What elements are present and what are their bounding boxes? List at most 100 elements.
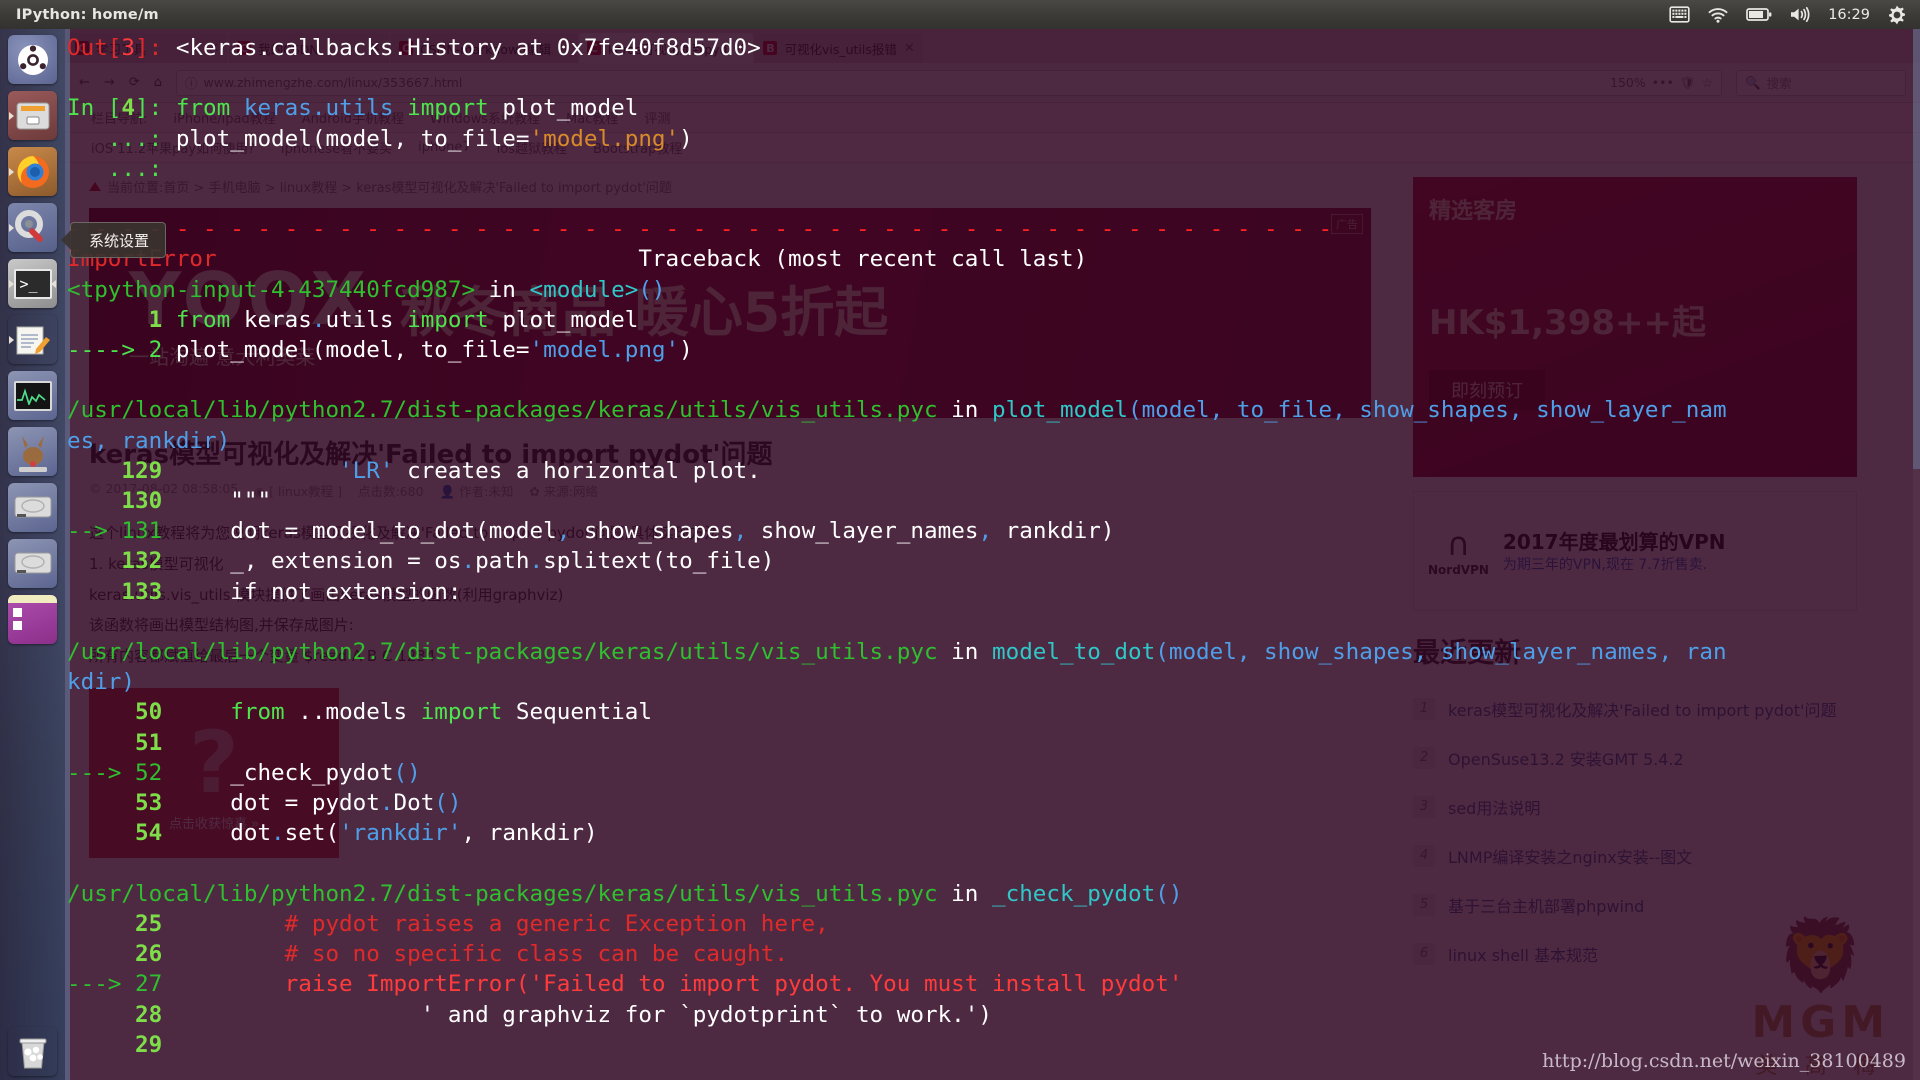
terminal-line: kdir)	[67, 669, 135, 695]
terminal-line: /usr/local/lib/python2.7/dist-packages/k…	[67, 397, 1727, 423]
terminal-text: ImportError('Failed to import pydot. You…	[366, 971, 1183, 998]
terminal-text: # so no specific class can be caught.	[175, 941, 788, 968]
system-tray[interactable]: 16:29	[1669, 5, 1920, 25]
terminal-text: 54	[67, 820, 176, 847]
launcher-item-amule[interactable]	[8, 427, 57, 476]
terminal-text: dot = pydot	[175, 790, 380, 817]
terminal-line: ...:	[67, 156, 176, 182]
terminal-text: 'rankdir'	[339, 820, 462, 847]
wifi-icon[interactable]	[1707, 6, 1729, 23]
terminal-text: ' and graphviz for `pydotprint` to work.…	[175, 1001, 992, 1028]
terminal-text: ----> 2	[67, 337, 176, 364]
launcher-item-ubuntu-dash[interactable]	[8, 35, 57, 84]
focused-indicator-icon	[51, 279, 56, 288]
terminal-text: model_to_dot	[992, 639, 1156, 666]
terminal-text: ,	[556, 518, 584, 545]
terminal-text: 4	[121, 95, 136, 122]
launcher-item-disk-2[interactable]	[8, 539, 57, 588]
terminal-text: import	[420, 699, 516, 726]
terminal-text: """	[175, 488, 272, 515]
launcher-item-terminal[interactable]: >_	[8, 259, 57, 308]
running-indicator-icon	[9, 223, 14, 232]
terminal-line: 53 dot = pydot.Dot()	[67, 790, 462, 816]
terminal-text: # pydot raises a generic Exception here,	[175, 910, 829, 937]
unity-launcher[interactable]: >_	[0, 29, 65, 1080]
terminal-line: ---> 52 _check_pydot()	[67, 760, 421, 786]
running-indicator-icon	[9, 335, 14, 344]
terminal-text: plot_model	[992, 397, 1129, 424]
gear-icon[interactable]	[1887, 5, 1907, 25]
terminal-text: plot_model(model, to_file=	[175, 337, 530, 364]
terminal-text: ...:	[67, 125, 176, 152]
terminal-text: 50	[67, 699, 176, 726]
terminal-text: dot	[175, 820, 272, 847]
terminal-text: 28	[67, 1001, 176, 1028]
terminal-text: <module>	[529, 276, 639, 303]
keyboard-icon[interactable]	[1669, 6, 1690, 23]
terminal-text: raise	[175, 971, 367, 998]
terminal-line: ImportError Traceback (most recent call …	[67, 246, 1087, 272]
top-panel[interactable]: IPython: home/m 16:29	[0, 0, 1920, 29]
terminal-text: 29	[67, 1031, 176, 1058]
terminal-scrollbar[interactable]	[1913, 29, 1920, 1080]
battery-icon[interactable]	[1746, 7, 1772, 22]
terminal-line: 50 from ..models import Sequential	[67, 699, 652, 725]
terminal-text: show_shapes	[583, 518, 734, 545]
terminal-text: (model, to_file, show_shapes, show_layer…	[1128, 397, 1727, 424]
terminal-text: - - - - - - - - - - - - - - - - - - - - …	[67, 216, 1333, 243]
launcher-item-files[interactable]	[8, 91, 57, 140]
terminal-text: dot = model_to_dot(model	[175, 518, 557, 545]
terminal-text: creates a horizontal plot.	[393, 457, 761, 484]
terminal-text: _check_pydot	[992, 880, 1156, 907]
terminal-text: _check_pydot	[175, 759, 394, 786]
launcher-item-system-monitor[interactable]	[8, 371, 57, 420]
terminal-line: /usr/local/lib/python2.7/dist-packages/k…	[67, 639, 1727, 665]
launcher-item-trash[interactable]	[8, 1027, 57, 1076]
terminal-line: ...: plot_model(model, to_file='model.pn…	[67, 126, 693, 152]
launcher-item-disk-1[interactable]	[8, 483, 57, 532]
terminal-text: ,	[978, 518, 1006, 545]
terminal-line: 29	[67, 1032, 176, 1058]
terminal-text: <tpython-input-4-437440fcd987>	[67, 276, 476, 303]
terminal-text: ()	[1155, 880, 1183, 907]
terminal-text: set(	[284, 820, 340, 847]
terminal-text: import	[407, 306, 503, 333]
terminal-text: Out[	[67, 35, 122, 61]
terminal-line: 54 dot.set('rankdir', rankdir)	[67, 820, 598, 846]
terminal-line: In [4]: from keras.utils import plot_mod…	[67, 95, 638, 121]
terminal-line: 51	[67, 730, 176, 756]
terminal-line: --> 131 dot = model_to_dot(model, show_s…	[67, 518, 1114, 544]
terminal-line: 129 'LR' creates a horizontal plot.	[67, 457, 761, 484]
terminal-line: es, rankdir)	[67, 428, 230, 454]
terminal-text: ]:	[135, 35, 176, 61]
terminal-text: splitext(to_file)	[543, 548, 775, 575]
terminal-text: .	[271, 820, 285, 847]
launcher-item-system-settings[interactable]	[8, 203, 57, 252]
terminal-text: from	[175, 699, 299, 726]
terminal-text: 3	[121, 35, 136, 61]
terminal-text: , rankdir)	[461, 820, 598, 847]
clock[interactable]: 16:29	[1828, 7, 1870, 23]
terminal-text: .	[311, 306, 326, 333]
terminal-text: in	[937, 880, 992, 907]
terminal-text: 'model.png'	[529, 337, 680, 364]
launcher-item-firefox[interactable]	[8, 147, 57, 196]
scrollbar-thumb[interactable]	[1913, 29, 1920, 469]
window-title: IPython: home/m	[16, 6, 159, 23]
terminal-text: ---> 52	[67, 759, 176, 786]
tooltip-label: 系统设置	[89, 231, 150, 250]
ipython-terminal-window[interactable]: Out[3]: <keras.callbacks.History at 0x7f…	[65, 29, 1920, 1080]
terminal-text: from	[175, 95, 244, 122]
terminal-text: ]:	[135, 95, 176, 122]
terminal-line: 133 if not extension:	[67, 579, 461, 605]
terminal-output[interactable]: Out[3]: <keras.callbacks.History at 0x7f…	[65, 29, 1727, 1080]
terminal-text: if not extension:	[175, 578, 462, 605]
volume-icon[interactable]	[1789, 6, 1811, 23]
terminal-text: ()	[434, 790, 462, 817]
terminal-text: path	[475, 548, 530, 575]
launcher-item-text-editor[interactable]	[8, 315, 57, 364]
terminal-line: ----> 2 plot_model(model, to_file='model…	[67, 337, 693, 363]
terminal-text: .	[379, 790, 394, 817]
launcher-item-app-window[interactable]	[8, 595, 57, 644]
